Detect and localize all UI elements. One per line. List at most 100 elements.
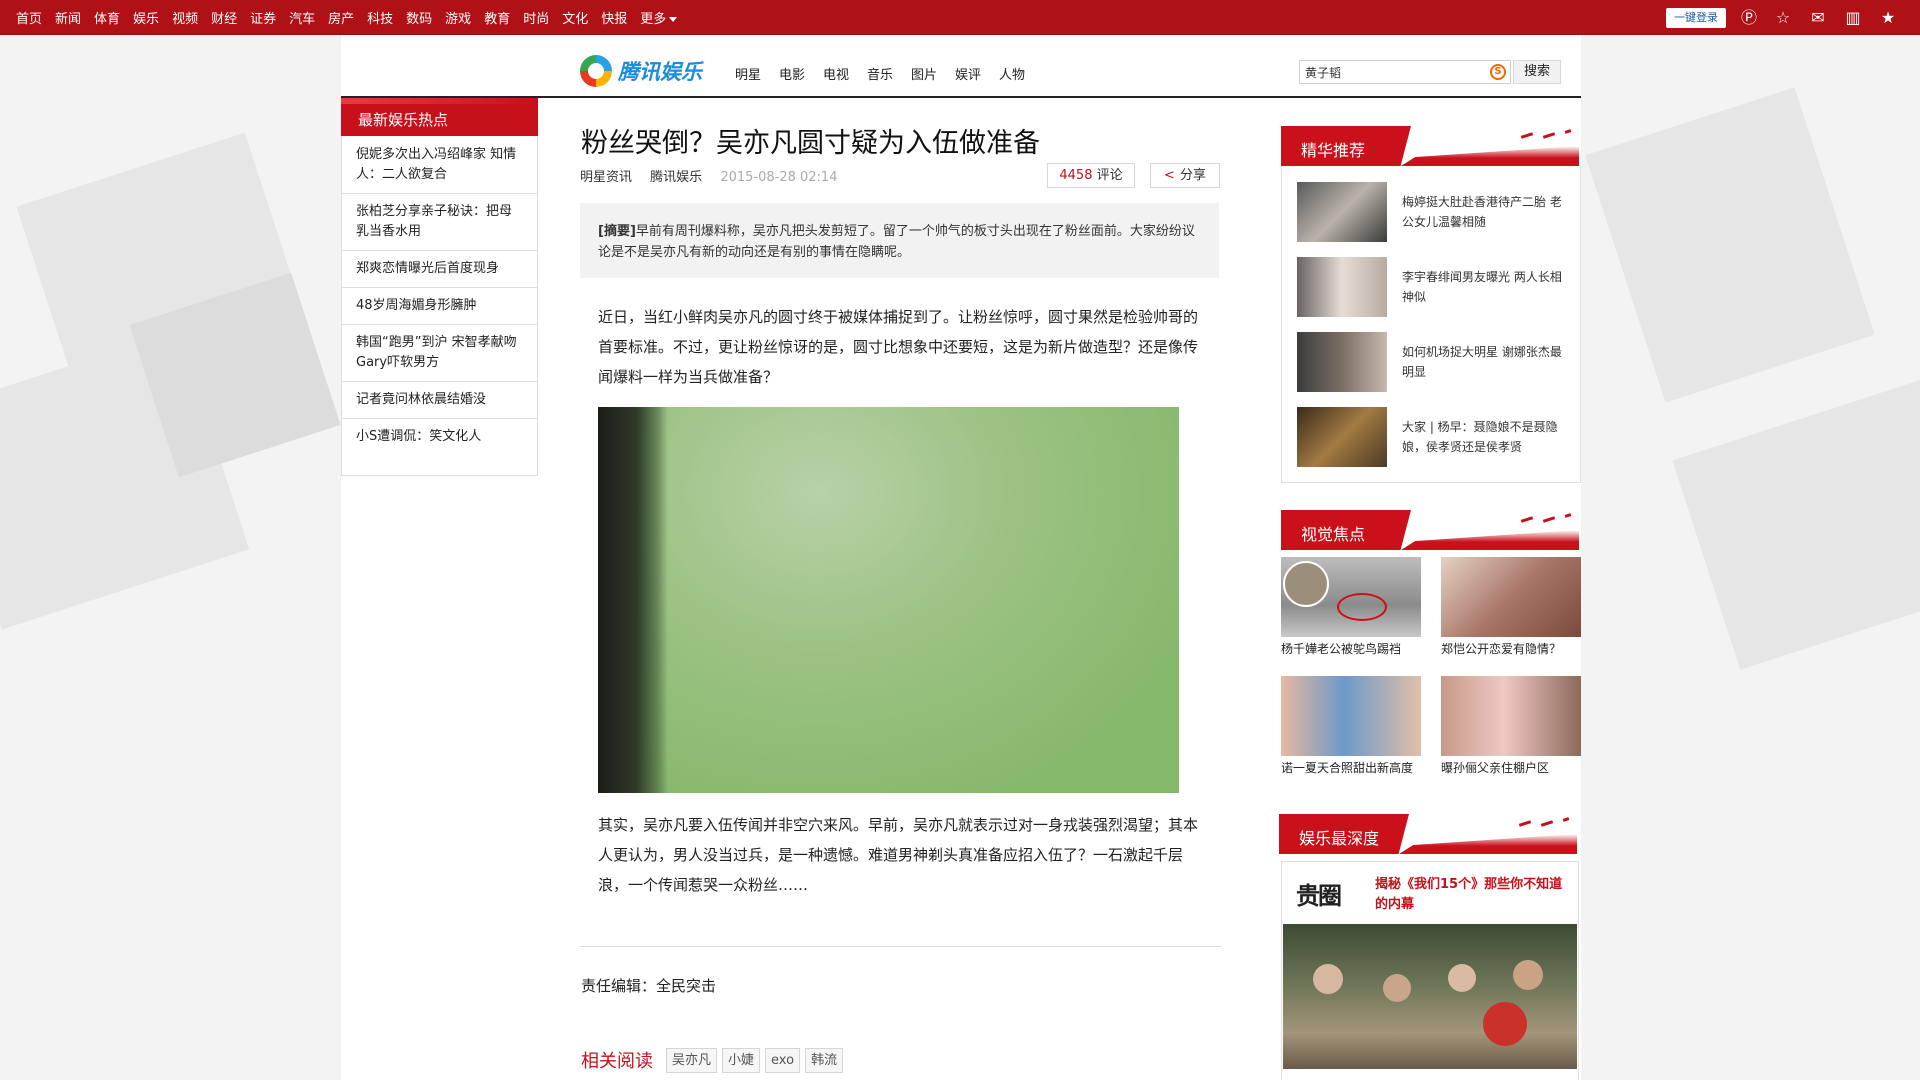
deep-headline[interactable]: 揭秘《我们15个》那些你不知道的内幕 (1375, 875, 1575, 915)
visual-item[interactable]: 诺一夏天合照甜出新高度 (1281, 676, 1421, 776)
highlight-circle (1337, 593, 1387, 621)
hot-news-item[interactable]: 张柏芝分享亲子秘诀：把母乳当香水用 (342, 194, 537, 251)
article-paragraph-1: 近日，当红小鲜肉吴亦凡的圆寸终于被媒体捕捉到了。让粉丝惊呼，圆寸果然是检验帅哥的… (598, 308, 1199, 386)
search-button[interactable]: 搜索 (1513, 60, 1561, 84)
comment-count: 4458 (1059, 168, 1093, 183)
nav-more-dropdown[interactable]: 更多 (640, 8, 677, 27)
nav-link-culture[interactable]: 文化 (562, 8, 588, 27)
channel-tv[interactable]: 电视 (823, 64, 849, 83)
nav-link-stock[interactable]: 证券 (250, 8, 276, 27)
featured-item[interactable]: 如何机场捉大明星 谢娜张杰最明显 (1297, 332, 1567, 392)
header-dash (1518, 820, 1532, 827)
mail-icon[interactable]: ✉ (1807, 7, 1829, 29)
nav-link-games[interactable]: 游戏 (445, 8, 471, 27)
channel-movies[interactable]: 电影 (779, 64, 805, 83)
visual-focus-title: 视觉焦点 (1301, 525, 1366, 544)
visual-thumbnail (1281, 557, 1421, 637)
visual-item[interactable]: 郑恺公开恋爱有隐情？ (1441, 557, 1581, 657)
sogou-search-icon: S (1490, 64, 1506, 80)
share-button[interactable]: < 分享 (1150, 163, 1220, 188)
nav-link-finance[interactable]: 财经 (211, 8, 237, 27)
visual-caption: 曝孙俪父亲住棚户区 (1441, 761, 1550, 775)
hot-news-item[interactable]: 郑爽恋情曝光后首度现身 (342, 251, 537, 288)
featured-caption: 李宇春绯闻男友曝光 两人长相神似 (1402, 270, 1562, 304)
hot-news-item[interactable]: 记者竟问林依晨结婚没 (342, 382, 537, 419)
article-divider (580, 946, 1221, 947)
article-image (598, 407, 1179, 793)
header-stripe (1399, 834, 1577, 854)
related-tags: 吴亦凡 小婕 exo 韩流 (666, 1048, 848, 1073)
featured-thumbnail (1297, 257, 1387, 317)
related-tag[interactable]: exo (765, 1048, 801, 1073)
header-dash (1542, 132, 1556, 139)
hot-news-title: 最新娱乐热点 (358, 111, 449, 129)
hot-news-item[interactable]: 小S遭调侃：笑文化人 (342, 419, 537, 455)
nav-link-house[interactable]: 房产 (328, 8, 354, 27)
hot-news-item[interactable]: 韩国“跑男”到沪 宋智孝献吻Gary吓软男方 (342, 325, 537, 382)
featured-thumbnail (1297, 182, 1387, 242)
channel-reviews[interactable]: 娱评 (955, 64, 981, 83)
channel-music[interactable]: 音乐 (867, 64, 893, 83)
channel-people[interactable]: 人物 (999, 64, 1025, 83)
nav-link-news[interactable]: 新闻 (55, 8, 81, 27)
nav-link-fashion[interactable]: 时尚 (523, 8, 549, 27)
featured-caption: 如何机场捉大明星 谢娜张杰最明显 (1402, 345, 1562, 379)
comment-button[interactable]: 4458 评论 (1047, 163, 1135, 188)
related-tag[interactable]: 吴亦凡 (666, 1048, 718, 1073)
featured-item[interactable]: 李宇春绯闻男友曝光 两人长相神似 (1297, 257, 1567, 317)
search-input[interactable] (1300, 61, 1480, 83)
top-nav-links: 首页 新闻 体育 娱乐 视频 财经 证券 汽车 房产 科技 数码 游戏 教育 时… (16, 0, 690, 35)
logo-text: 腾讯娱乐 (618, 60, 702, 84)
channel-stars[interactable]: 明星 (735, 64, 761, 83)
nav-link-video[interactable]: 视频 (172, 8, 198, 27)
nav-link-sports[interactable]: 体育 (94, 8, 120, 27)
nav-link-tech[interactable]: 科技 (367, 8, 393, 27)
nav-link-home[interactable]: 首页 (16, 8, 42, 27)
comment-label: 评论 (1096, 168, 1123, 183)
article-site[interactable]: 腾讯娱乐 (650, 170, 702, 185)
header-dash (1520, 132, 1534, 139)
visual-focus-header: 视觉焦点 (1281, 508, 1581, 550)
top-navigation-bar: 首页 新闻 体育 娱乐 视频 财经 证券 汽车 房产 科技 数码 游戏 教育 时… (0, 0, 1920, 35)
featured-title: 精华推荐 (1301, 141, 1366, 160)
hot-news-item[interactable]: 48岁周海媚身形臃肿 (342, 288, 537, 325)
star-icon[interactable]: ★ (1877, 7, 1899, 29)
nav-link-entertainment[interactable]: 娱乐 (133, 8, 159, 27)
article-source[interactable]: 明星资讯 (580, 170, 632, 185)
responsible-editor: 责任编辑：全民突击 (581, 977, 717, 995)
camera-rig-shape (598, 407, 668, 793)
header-dash (1540, 820, 1554, 827)
channel-pictures[interactable]: 图片 (911, 64, 937, 83)
hot-news-list: 倪妮多次出入冯绍峰家 知情人：二人欲复合 张柏芝分享亲子秘诀：把母乳当香水用 郑… (342, 137, 537, 455)
featured-item[interactable]: 大家 | 杨早：聂隐娘不是聂隐娘，侯孝贤还是侯孝贤 (1297, 407, 1567, 467)
deep-header: 娱乐最深度 (1279, 812, 1579, 854)
star-outline-icon[interactable]: ☆ (1772, 7, 1794, 29)
face-shape (1383, 974, 1411, 1002)
share-icon: < (1164, 168, 1175, 183)
nav-link-education[interactable]: 教育 (484, 8, 510, 27)
visual-thumbnail (1441, 557, 1581, 637)
one-click-login-button[interactable]: 一键登录 (1666, 8, 1726, 28)
hot-news-item[interactable]: 倪妮多次出入冯绍峰家 知情人：二人欲复合 (342, 137, 537, 194)
featured-panel: 梅婷挺大肚赴香港待产二胎 老公女儿温馨相随 李宇春绯闻男友曝光 两人长相神似 如… (1281, 165, 1581, 483)
tencent-logo-icon (580, 55, 612, 87)
visual-item[interactable]: 曝孙俪父亲住棚户区 (1441, 676, 1581, 776)
related-tag[interactable]: 韩流 (805, 1048, 844, 1073)
visual-item[interactable]: 杨千嬅老公被鸵鸟踢裆 (1281, 557, 1421, 657)
visual-caption: 郑恺公开恋爱有隐情？ (1441, 642, 1562, 656)
nav-link-kuaibao[interactable]: 快报 (601, 8, 627, 27)
book-icon[interactable]: ▥ (1842, 7, 1864, 29)
face-shape (1448, 964, 1476, 992)
tencent-ent-logo[interactable]: 腾讯娱乐 (580, 54, 702, 88)
featured-item[interactable]: 梅婷挺大肚赴香港待产二胎 老公女儿温馨相随 (1297, 182, 1567, 242)
nav-link-digital[interactable]: 数码 (406, 8, 432, 27)
nav-link-auto[interactable]: 汽车 (289, 8, 315, 27)
related-tag[interactable]: 小婕 (722, 1048, 761, 1073)
visual-thumbnail (1281, 676, 1421, 756)
header-tab: 娱乐最深度 (1279, 814, 1409, 854)
article-meta: 明星资讯 腾讯娱乐 2015-08-28 02:14 (580, 166, 837, 185)
deep-image[interactable] (1283, 924, 1577, 1069)
p-icon[interactable]: Ⓟ (1738, 7, 1760, 29)
header-tab: 精华推荐 (1281, 126, 1411, 166)
hot-news-header: 最新娱乐热点 (341, 98, 538, 136)
